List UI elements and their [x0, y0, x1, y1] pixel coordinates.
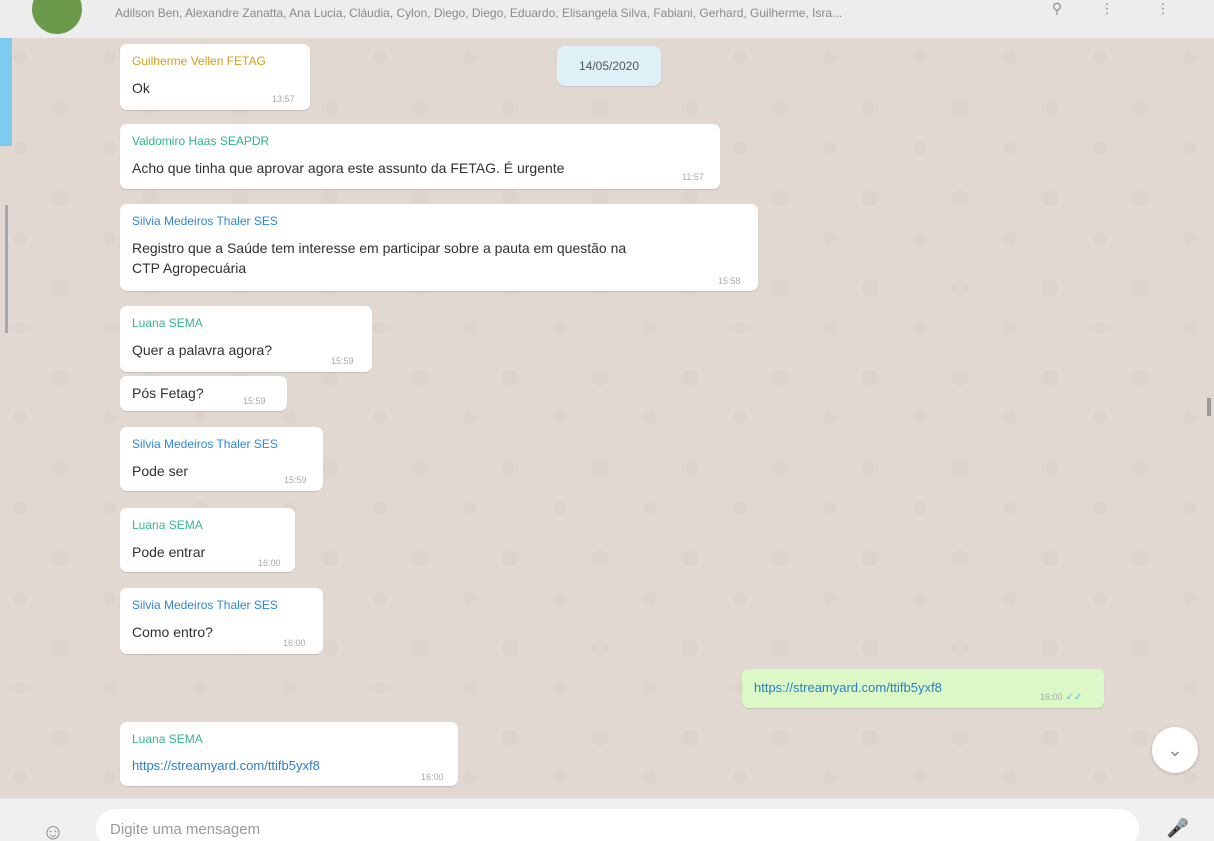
message-sender[interactable]: Luana SEMA — [132, 518, 203, 532]
sidebar-edge — [0, 38, 12, 146]
message-text: Pode entrar — [132, 544, 206, 560]
message-time: 11:57 — [682, 172, 704, 182]
paperclip-icon[interactable]: ⋮ — [1094, 0, 1120, 20]
message-bubble[interactable]: Silvia Medeiros Thaler SES Registro que … — [120, 204, 758, 291]
message-bubble[interactable]: Guilherme Vellen FETAG Ok 13:57 — [120, 44, 310, 110]
date-separator: 14/05/2020 — [557, 46, 661, 86]
message-time: 15:59 — [284, 475, 307, 485]
message-bubble[interactable]: Luana SEMA Pode entrar 16:00 — [120, 508, 295, 572]
chevron-down-icon: ⌄ — [1167, 740, 1183, 760]
smiley-icon[interactable]: ☺ — [38, 817, 68, 841]
message-time: 16:00 — [1040, 692, 1063, 702]
message-text: Quer a palavra agora? — [132, 342, 273, 358]
message-bubble[interactable]: Luana SEMA Quer a palavra agora? 15:59 — [120, 306, 372, 372]
double-check-icon: ✓✓ — [1065, 692, 1083, 703]
message-sender[interactable]: Luana SEMA — [132, 732, 203, 746]
message-time: 15:59 — [243, 396, 266, 406]
microphone-icon[interactable]: 🎤 — [1166, 815, 1190, 841]
scroll-down-button[interactable]: ⌄ — [1152, 727, 1198, 773]
search-icon[interactable]: ⚲ — [1044, 0, 1070, 20]
message-sender[interactable]: Silvia Medeiros Thaler SES — [132, 214, 278, 228]
menu-icon[interactable]: ⋮ — [1150, 0, 1176, 20]
message-bubble[interactable]: Luana SEMA https://streamyard.com/ttifb5… — [120, 722, 458, 786]
message-text-line-1: Registro que a Saúde tem interesse em pa… — [132, 240, 627, 256]
message-text: Como entro? — [132, 624, 213, 640]
message-bubble[interactable]: Silvia Medeiros Thaler SES Pode ser 15:5… — [120, 427, 323, 491]
message-time: 15:59 — [331, 356, 354, 366]
message-time: 16:00 — [283, 638, 306, 648]
message-bubble[interactable]: Silvia Medeiros Thaler SES Como entro? 1… — [120, 588, 323, 654]
group-avatar[interactable] — [32, 0, 82, 34]
message-text-line-2: CTP Agropecuária — [132, 260, 247, 276]
message-sender[interactable]: Valdomiro Haas SEAPDR — [132, 134, 269, 148]
message-time-wrap: 16:00 ✓✓ — [1040, 692, 1082, 703]
message-text: Ok — [132, 80, 150, 96]
message-time: 13:57 — [272, 94, 295, 104]
message-sender[interactable]: Luana SEMA — [132, 316, 203, 330]
message-sender[interactable]: Silvia Medeiros Thaler SES — [132, 598, 278, 612]
message-time: 15:58 — [718, 276, 741, 286]
message-sender[interactable]: Guilherme Vellen FETAG — [132, 54, 266, 68]
message-text: Acho que tinha que aprovar agora este as… — [132, 160, 565, 176]
message-text: Pode ser — [132, 463, 189, 479]
chat-scrollbar[interactable] — [1207, 398, 1211, 416]
whatsapp-web-chat: Adilson Ben, Alexandre Zanatta, Ana Luci… — [0, 0, 1214, 841]
message-text: Pós Fetag? — [132, 385, 204, 401]
message-sender[interactable]: Silvia Medeiros Thaler SES — [132, 437, 278, 451]
message-time: 16:00 — [421, 772, 444, 782]
message-bubble[interactable]: Valdomiro Haas SEAPDR Acho que tinha que… — [120, 124, 720, 189]
message-bubble[interactable]: Pós Fetag? 15:59 — [120, 376, 287, 411]
sidebar-scrollbar[interactable] — [5, 205, 8, 333]
message-link[interactable]: https://streamyard.com/ttifb5yxf8 — [132, 756, 320, 776]
message-bubble-outgoing[interactable]: https://streamyard.com/ttifb5yxf8 16:00 ✓… — [742, 669, 1104, 708]
message-time: 16:00 — [258, 558, 281, 568]
message-input[interactable] — [96, 809, 1139, 841]
chat-header[interactable]: Adilson Ben, Alexandre Zanatta, Ana Luci… — [0, 0, 1214, 39]
group-participants: Adilson Ben, Alexandre Zanatta, Ana Luci… — [115, 6, 843, 20]
message-link[interactable]: https://streamyard.com/ttifb5yxf8 — [754, 678, 942, 698]
composer-bar: ☺ 🎤 — [0, 798, 1214, 841]
